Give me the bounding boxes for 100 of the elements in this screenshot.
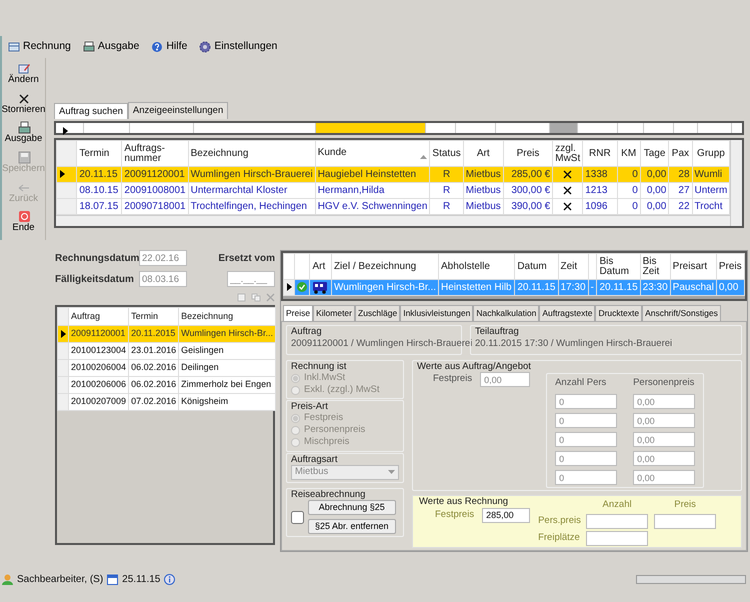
tab[interactable]: Nachkalkulation — [473, 305, 540, 321]
table-cell: Pauschal — [670, 280, 716, 296]
column-header[interactable]: Ziel / Bezeichnung — [331, 254, 439, 280]
price-field[interactable]: 0,00 — [633, 413, 696, 428]
date-field[interactable]: 08.03.16 — [139, 271, 187, 287]
number-field[interactable]: 0 — [555, 432, 618, 448]
tab[interactable]: Auftragstexte — [539, 305, 596, 321]
table-cell: 20091120001 — [68, 326, 129, 342]
number-field[interactable]: 0 — [555, 413, 618, 428]
column-header[interactable]: Bis Zeit — [640, 254, 670, 280]
tab[interactable]: Kilometer — [313, 305, 355, 321]
group-title: Teilauftrag — [475, 326, 519, 338]
table-cell: Geislingen — [178, 342, 276, 360]
delete-icon — [266, 292, 275, 302]
number-field[interactable]: 0 — [555, 451, 618, 466]
date-field[interactable]: __.__.__ — [227, 271, 275, 287]
group-title: Preis-Art — [291, 402, 328, 412]
field-label: Festpreis — [433, 372, 472, 386]
power-icon — [16, 210, 30, 224]
tab[interactable]: Inklusivleistungen — [400, 305, 474, 321]
new-icon — [237, 292, 246, 302]
number-field[interactable]: 0 — [555, 394, 618, 410]
horizontal-scrollbar[interactable] — [56, 215, 730, 226]
menu-item[interactable]: Einstellungen — [199, 39, 278, 55]
checkbox[interactable] — [291, 510, 304, 524]
menu-item[interactable]: Rechnung — [8, 39, 71, 55]
table-cell: 06.02.2016 — [128, 360, 179, 376]
column-header[interactable]: Zeit — [558, 254, 588, 280]
toolbar-button[interactable]: Stornieren — [2, 92, 46, 122]
table-cell: Zimmerholz bei Engen — [178, 376, 276, 394]
filter-cell[interactable] — [316, 123, 426, 133]
table-cell: Wumli — [692, 166, 730, 182]
radio-label: Festpreis — [304, 411, 344, 425]
price-field[interactable] — [654, 514, 716, 529]
table-cell: 0 — [617, 182, 640, 198]
menu-item[interactable]: Ausgabe — [82, 39, 140, 55]
group-title: Auftragsart — [291, 454, 338, 465]
price-field[interactable]: 0,00 — [480, 372, 530, 388]
table-cell: 20091008001 — [122, 182, 188, 198]
column-header[interactable]: Bezeichnung — [178, 308, 276, 326]
printer-icon — [82, 41, 95, 53]
tab[interactable]: Anzeigeeinstellungen — [128, 102, 228, 119]
row-pointer-icon — [62, 127, 68, 136]
price-field[interactable]: 0,00 — [633, 470, 696, 486]
row-pointer-icon — [286, 283, 292, 292]
date-field[interactable]: 22.02.16 — [139, 250, 187, 266]
action-button[interactable]: Abrechnung §25 — [308, 500, 396, 516]
table-cell: 06.02.2016 — [128, 376, 179, 394]
column-header[interactable]: Bezeichnung — [188, 140, 316, 166]
field-value: 20091120001 / Wumlingen Hirsch-Brauerei — [291, 338, 472, 350]
menu-item[interactable]: Hilfe — [151, 39, 188, 55]
column-header[interactable]: Kunde — [315, 140, 430, 166]
tab[interactable]: Anschrift/Sonstiges — [642, 305, 721, 321]
price-field[interactable]: 0,00 — [633, 394, 696, 410]
tab[interactable]: Drucktexte — [595, 305, 642, 321]
tab[interactable]: Zuschläge — [355, 305, 400, 321]
column-header[interactable]: Preisart — [670, 254, 716, 280]
copy-icon — [251, 292, 261, 302]
column-header: Anzahl — [602, 498, 633, 512]
calendar-icon — [107, 574, 118, 585]
number-field[interactable] — [586, 514, 648, 529]
table-cell: 08.10.15 — [76, 182, 122, 198]
caret-icon — [388, 470, 395, 474]
toolbar-button[interactable]: Ausgabe — [2, 121, 46, 152]
table-cell: 23.01.2016 — [128, 342, 179, 360]
status-date: 25.11.15 — [122, 573, 160, 587]
tab[interactable]: Auftrag suchen — [54, 103, 128, 119]
price-field[interactable]: 285,00 — [482, 508, 530, 523]
field-label: Fälligkeitsdatum — [55, 272, 135, 286]
filter-row[interactable] — [54, 121, 744, 135]
toolbar-button[interactable]: Ende — [2, 210, 46, 240]
price-field[interactable]: 0,00 — [633, 451, 696, 466]
number-field[interactable]: 0 — [555, 470, 618, 486]
table-cell: 20.11.15 — [76, 166, 122, 182]
field-label: Ersetzt vom — [217, 252, 275, 266]
radio-label: Inkl.MwSt — [304, 371, 346, 385]
group-title: Werte aus Rechnung — [419, 497, 508, 508]
table-cell: Königsheim — [178, 394, 276, 410]
table-cell: 1213 — [582, 182, 618, 198]
group-title: Reiseabrechnung — [291, 490, 366, 500]
action-button[interactable]: §25 Abr. entfernen — [308, 519, 396, 534]
close-icon — [16, 92, 30, 105]
field-label: Pers.preis — [538, 514, 580, 528]
number-field[interactable] — [586, 531, 648, 546]
toolbar-button[interactable]: Ändern — [2, 62, 46, 92]
save-icon — [16, 151, 30, 164]
group-title: Auftrag — [291, 326, 322, 338]
table-cell: 20.11.15 — [596, 280, 640, 296]
column-header[interactable]: Bis Datum — [596, 254, 640, 280]
vertical-scrollbar[interactable] — [730, 140, 742, 226]
table-cell: Haugiebel Heinstetten — [315, 166, 430, 182]
column-header[interactable]: Datum — [514, 254, 558, 280]
column-header[interactable]: Abholstelle — [438, 254, 515, 280]
tab[interactable]: Preise — [283, 305, 314, 321]
price-field[interactable]: 0,00 — [633, 432, 696, 448]
table-cell: 20100206004 — [68, 360, 129, 376]
help-icon — [151, 41, 164, 53]
column-header[interactable]: Preis — [716, 254, 744, 280]
table-cell: Wumlingen Hirsch-Br... — [331, 280, 439, 296]
column-header[interactable]: Art — [310, 254, 332, 280]
